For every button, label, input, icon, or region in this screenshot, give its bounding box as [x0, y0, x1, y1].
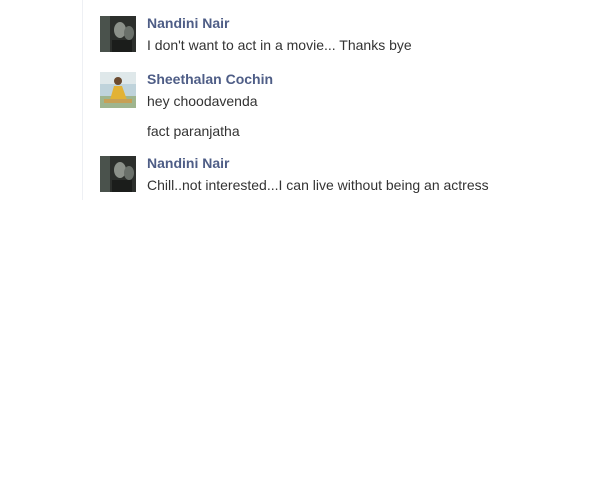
- message-text: hey choodavenda: [147, 93, 258, 109]
- sender-name-link[interactable]: Nandini Nair: [147, 155, 229, 171]
- sender-name-link[interactable]: Sheethalan Cochin: [147, 71, 273, 87]
- profile-photo-dark-icon[interactable]: [100, 156, 136, 192]
- profile-photo-dark-icon[interactable]: [100, 16, 136, 52]
- message-thread: Nandini Nair I don't want to act in a mo…: [82, 0, 600, 200]
- profile-photo-outdoor-icon[interactable]: [100, 72, 136, 108]
- message-group: Sheethalan Cochin hey choodavenda fact p…: [83, 70, 583, 140]
- chat-page: Nandini Nair I don't want to act in a mo…: [0, 0, 600, 500]
- message-text: I don't want to act in a movie... Thanks…: [147, 37, 412, 53]
- message-group: Nandini Nair I don't want to act in a mo…: [83, 14, 583, 58]
- message-text: Chill..not interested...I can live witho…: [147, 177, 489, 193]
- message-text: fact paranjatha: [147, 123, 240, 139]
- message-group: Nandini Nair Chill..not interested...I c…: [83, 154, 583, 198]
- sender-name-link[interactable]: Nandini Nair: [147, 15, 229, 31]
